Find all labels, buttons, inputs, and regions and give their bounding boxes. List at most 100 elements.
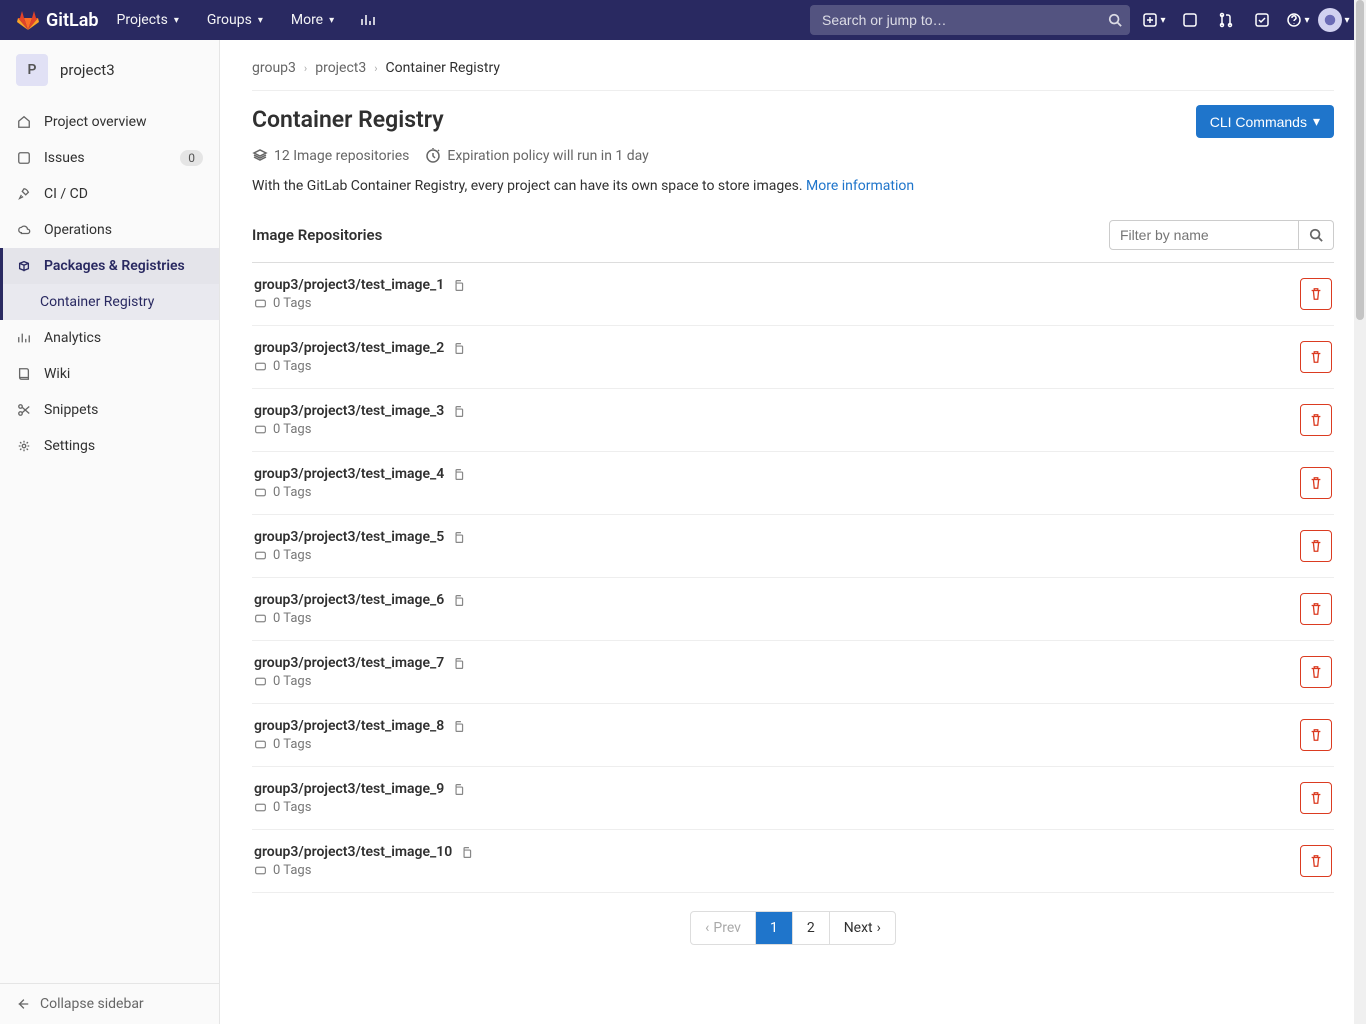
delete-button[interactable]: [1300, 341, 1332, 373]
issues-icon[interactable]: [1174, 4, 1206, 36]
clipboard-icon[interactable]: [452, 720, 465, 733]
tags-count: 0 Tags: [273, 359, 311, 374]
repo-link[interactable]: group3/project3/test_image_3: [254, 403, 444, 419]
delete-button[interactable]: [1300, 719, 1332, 751]
repo-item: group3/project3/test_image_1 0 Tags: [252, 263, 1334, 326]
help-menu[interactable]: ▾: [1282, 4, 1314, 36]
delete-button[interactable]: [1300, 278, 1332, 310]
clipboard-icon[interactable]: [452, 657, 465, 670]
nav-projects[interactable]: Projects▾: [107, 6, 189, 34]
top-navbar: GitLab Projects▾ Groups▾ More▾ ▾ ▾ ▾: [0, 0, 1366, 40]
expiration-text: Expiration policy will run in 1 day: [447, 148, 648, 164]
filter-input[interactable]: [1109, 220, 1299, 250]
gitlab-logo[interactable]: GitLab: [16, 8, 99, 32]
repo-link[interactable]: group3/project3/test_image_4: [254, 466, 444, 482]
search-icon: [1108, 13, 1122, 27]
search-input[interactable]: [810, 5, 1130, 35]
tag-icon: [254, 612, 267, 625]
delete-button[interactable]: [1300, 656, 1332, 688]
delete-button[interactable]: [1300, 467, 1332, 499]
sidebar-item-label: Container Registry: [40, 294, 154, 310]
chevron-down-icon: ▾: [174, 15, 179, 26]
scrollbar-thumb[interactable]: [1356, 0, 1364, 320]
scissors-icon: [16, 403, 32, 417]
repo-link[interactable]: group3/project3/test_image_10: [254, 844, 452, 860]
sidebar-item-cicd[interactable]: CI / CD: [0, 176, 219, 212]
clock-icon: [425, 148, 441, 164]
nav-groups[interactable]: Groups▾: [197, 6, 273, 34]
issues-count-badge: 0: [180, 150, 203, 166]
user-menu[interactable]: ▾: [1318, 4, 1350, 36]
clipboard-icon[interactable]: [452, 405, 465, 418]
page-next[interactable]: Next ›: [830, 912, 895, 944]
repo-link[interactable]: group3/project3/test_image_1: [254, 277, 444, 293]
nav-activity-icon[interactable]: [352, 4, 384, 36]
clipboard-icon[interactable]: [452, 531, 465, 544]
description: With the GitLab Container Registry, ever…: [252, 178, 1334, 194]
sidebar-item-label: Settings: [44, 438, 95, 454]
collapse-sidebar[interactable]: Collapse sidebar: [0, 983, 219, 1024]
sidebar-item-label: CI / CD: [44, 186, 88, 202]
tags-count: 0 Tags: [273, 485, 311, 500]
repo-item: group3/project3/test_image_10 0 Tags: [252, 830, 1334, 893]
issues-icon: [16, 151, 32, 165]
project-name: project3: [60, 61, 115, 79]
plus-menu[interactable]: ▾: [1138, 4, 1170, 36]
sidebar-item-analytics[interactable]: Analytics: [0, 320, 219, 356]
breadcrumb: group3 › project3 › Container Registry: [252, 56, 1334, 91]
chevron-right-icon: ›: [877, 920, 881, 936]
tag-icon: [254, 360, 267, 373]
sidebar-item-operations[interactable]: Operations: [0, 212, 219, 248]
breadcrumb-group[interactable]: group3: [252, 60, 296, 76]
page-prev[interactable]: ‹ Prev: [691, 912, 755, 944]
sidebar-item-wiki[interactable]: Wiki: [0, 356, 219, 392]
delete-button[interactable]: [1300, 593, 1332, 625]
delete-button[interactable]: [1300, 845, 1332, 877]
tag-icon: [254, 297, 267, 310]
delete-button[interactable]: [1300, 782, 1332, 814]
sidebar-item-settings[interactable]: Settings: [0, 428, 219, 464]
delete-button[interactable]: [1300, 404, 1332, 436]
chevron-down-icon: ▾: [1160, 15, 1165, 26]
cli-commands-button[interactable]: CLI Commands ▾: [1196, 105, 1334, 138]
tags-count: 0 Tags: [273, 611, 311, 626]
book-icon: [16, 367, 32, 381]
repo-link[interactable]: group3/project3/test_image_7: [254, 655, 444, 671]
nav-more[interactable]: More▾: [281, 6, 344, 34]
delete-button[interactable]: [1300, 530, 1332, 562]
clipboard-icon[interactable]: [452, 783, 465, 796]
sidebar-item-snippets[interactable]: Snippets: [0, 392, 219, 428]
clipboard-icon[interactable]: [452, 468, 465, 481]
tag-icon: [254, 738, 267, 751]
clipboard-icon[interactable]: [452, 594, 465, 607]
breadcrumb-project[interactable]: project3: [315, 60, 366, 76]
sidebar-item-label: Analytics: [44, 330, 101, 346]
clipboard-icon[interactable]: [452, 342, 465, 355]
sidebar-item-overview[interactable]: Project overview: [0, 104, 219, 140]
page-2[interactable]: 2: [793, 912, 829, 944]
repo-list: group3/project3/test_image_1 0 Tags grou…: [252, 263, 1334, 893]
tags-count: 0 Tags: [273, 296, 311, 311]
merge-requests-icon[interactable]: [1210, 4, 1242, 36]
tag-icon: [254, 864, 267, 877]
global-search: [810, 5, 1130, 35]
repo-link[interactable]: group3/project3/test_image_5: [254, 529, 444, 545]
chevron-right-icon: ›: [304, 62, 307, 75]
filter-search-button[interactable]: [1299, 220, 1334, 250]
scrollbar[interactable]: [1354, 0, 1366, 1024]
sidebar-item-packages[interactable]: Packages & Registries: [0, 248, 219, 284]
sidebar-subitem-container-registry[interactable]: Container Registry: [0, 284, 219, 320]
page-1[interactable]: 1: [756, 912, 792, 944]
clipboard-icon[interactable]: [452, 279, 465, 292]
clipboard-icon[interactable]: [460, 846, 473, 859]
project-context[interactable]: P project3: [0, 40, 219, 100]
avatar: [1318, 8, 1342, 32]
todos-icon[interactable]: [1246, 4, 1278, 36]
repo-link[interactable]: group3/project3/test_image_8: [254, 718, 444, 734]
repo-link[interactable]: group3/project3/test_image_6: [254, 592, 444, 608]
breadcrumb-current: Container Registry: [386, 60, 500, 76]
repo-link[interactable]: group3/project3/test_image_9: [254, 781, 444, 797]
repo-link[interactable]: group3/project3/test_image_2: [254, 340, 444, 356]
sidebar-item-issues[interactable]: Issues0: [0, 140, 219, 176]
more-info-link[interactable]: More information: [806, 178, 914, 194]
